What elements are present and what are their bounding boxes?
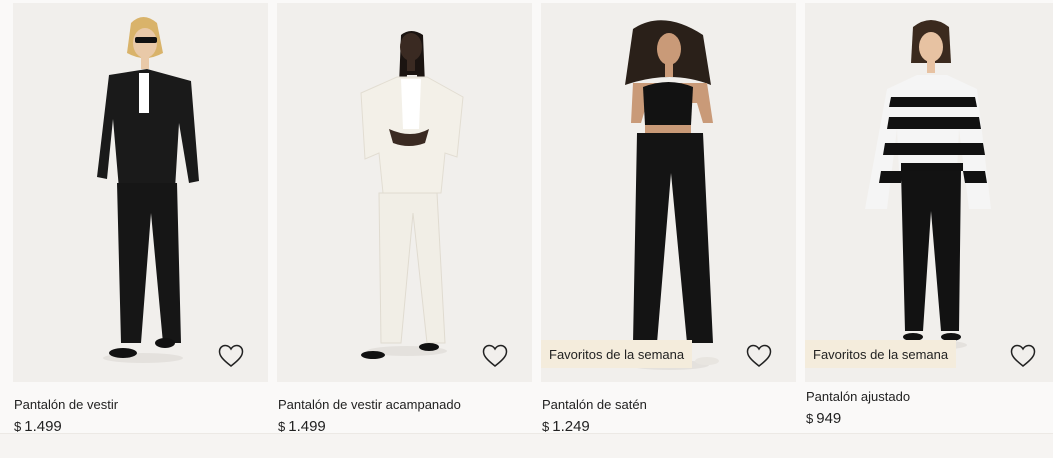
product-card[interactable]: Favoritos de la semana Pantalón ajustado…: [805, 0, 1053, 458]
bottom-bar: [0, 433, 1053, 458]
product-image[interactable]: Favoritos de la semana: [541, 3, 796, 382]
product-card[interactable]: Pantalón de vestir acampanado $1.499: [277, 0, 532, 458]
favorite-button[interactable]: [218, 344, 244, 368]
model-photo-white-suit: [277, 3, 532, 382]
favorite-button[interactable]: [1010, 344, 1036, 368]
model-photo-striped-sweater: [805, 3, 1053, 382]
product-name[interactable]: Pantalón de vestir: [14, 397, 118, 412]
price-value: 949: [816, 410, 842, 427]
product-name[interactable]: Pantalón ajustado: [806, 389, 910, 404]
product-name[interactable]: Pantalón de vestir acampanado: [278, 397, 461, 412]
currency-symbol: $: [542, 419, 550, 434]
product-card[interactable]: Pantalón de vestir $1.499: [13, 0, 268, 458]
heart-outline-icon: [746, 344, 772, 367]
currency-symbol: $: [806, 411, 814, 426]
currency-symbol: $: [14, 419, 22, 434]
heart-outline-icon: [1010, 344, 1036, 367]
favorite-button[interactable]: [482, 344, 508, 368]
product-image[interactable]: Favoritos de la semana: [805, 3, 1053, 382]
model-photo-satin-pants: [541, 3, 796, 382]
product-name[interactable]: Pantalón de satén: [542, 397, 647, 412]
product-grid: Pantalón de vestir $1.499 Pantalón de ve…: [0, 0, 1053, 458]
product-image[interactable]: [13, 3, 268, 382]
product-price: $949: [806, 410, 841, 427]
favorite-button[interactable]: [746, 344, 772, 368]
product-card[interactable]: Favoritos de la semana Pantalón de satén…: [541, 0, 796, 458]
heart-outline-icon: [218, 344, 244, 367]
heart-outline-icon: [482, 344, 508, 367]
currency-symbol: $: [278, 419, 286, 434]
badge-weekly-favorites: Favoritos de la semana: [805, 340, 957, 368]
product-image[interactable]: [277, 3, 532, 382]
badge-weekly-favorites: Favoritos de la semana: [541, 340, 693, 368]
model-photo-black-suit: [13, 3, 268, 382]
